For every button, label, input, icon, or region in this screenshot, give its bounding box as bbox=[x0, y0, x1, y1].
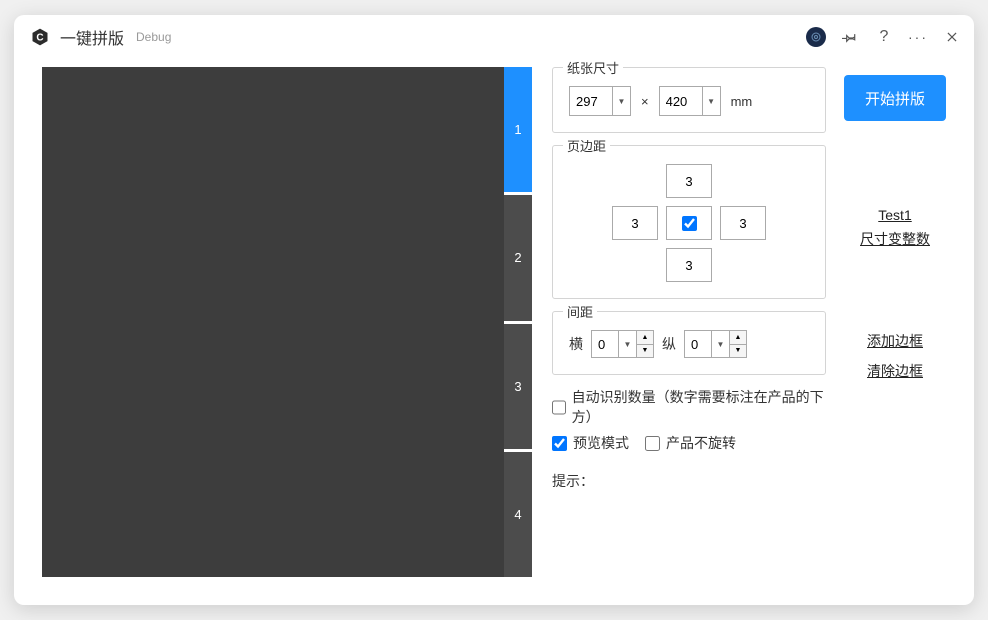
preview-mode-checkbox[interactable] bbox=[552, 436, 567, 451]
spacing-h-spinner[interactable]: ▼ ▲ ▼ bbox=[591, 330, 654, 358]
app-title: 一键拼版 bbox=[60, 25, 124, 49]
start-button[interactable]: 开始拼版 bbox=[844, 75, 946, 121]
chevron-down-icon[interactable]: ▼ bbox=[618, 331, 636, 357]
svg-text:C: C bbox=[36, 32, 43, 43]
auto-detect-label: 自动识别数量（数字需要标注在产品的下方） bbox=[572, 387, 826, 427]
margin-lock-cell[interactable] bbox=[666, 206, 712, 240]
paper-height-input[interactable] bbox=[660, 87, 702, 115]
paper-width-combo[interactable]: ▼ bbox=[569, 86, 631, 116]
link-group-1: Test1 尺寸变整数 bbox=[860, 207, 930, 249]
spin-up-icon[interactable]: ▲ bbox=[730, 331, 746, 345]
pin-icon[interactable] bbox=[840, 27, 860, 47]
spacing-h-label: 横 bbox=[569, 334, 583, 354]
spacing-v-spinner[interactable]: ▼ ▲ ▼ bbox=[684, 330, 747, 358]
thumb-3[interactable]: 3 bbox=[504, 324, 532, 452]
margin-left-input[interactable]: 3 bbox=[612, 206, 658, 240]
spacing-group: 间距 横 ▼ ▲ ▼ 纵 bbox=[552, 311, 826, 375]
paper-width-input[interactable] bbox=[570, 87, 612, 115]
spin-up-icon[interactable]: ▲ bbox=[637, 331, 653, 345]
sync-icon[interactable] bbox=[806, 27, 826, 47]
spin-down-icon[interactable]: ▼ bbox=[730, 345, 746, 358]
titlebar: C 一键拼版 Debug ? ··· bbox=[14, 15, 974, 59]
preview-canvas[interactable] bbox=[42, 67, 504, 577]
app-logo-icon: C bbox=[30, 27, 50, 47]
auto-detect-row[interactable]: 自动识别数量（数字需要标注在产品的下方） bbox=[552, 387, 826, 427]
spacing-h-input[interactable] bbox=[592, 331, 618, 357]
options-checks: 自动识别数量（数字需要标注在产品的下方） 预览模式 产品不旋转 bbox=[552, 387, 826, 453]
spacing-v-label: 纵 bbox=[662, 334, 676, 354]
hint-label: 提示： bbox=[552, 471, 826, 491]
times-symbol: × bbox=[641, 94, 649, 109]
titlebar-actions: ? ··· bbox=[806, 27, 962, 47]
add-border-link[interactable]: 添加边框 bbox=[867, 331, 923, 351]
link-group-2: 添加边框 清除边框 bbox=[867, 331, 923, 381]
preview-pane: 1 2 3 4 bbox=[42, 67, 532, 577]
thumb-4[interactable]: 4 bbox=[504, 452, 532, 577]
paper-height-combo[interactable]: ▼ bbox=[659, 86, 721, 116]
controls-pane: 纸张尺寸 ▼ × ▼ mm 页 bbox=[552, 67, 946, 577]
actions-column: 开始拼版 Test1 尺寸变整数 添加边框 清除边框 bbox=[844, 67, 946, 577]
margin-right-input[interactable]: 3 bbox=[720, 206, 766, 240]
margin-bottom-input[interactable]: 3 bbox=[666, 248, 712, 282]
close-icon[interactable] bbox=[942, 27, 962, 47]
spin-down-icon[interactable]: ▼ bbox=[637, 345, 653, 358]
app-window: C 一键拼版 Debug ? ··· 1 2 3 4 bbox=[14, 15, 974, 605]
clear-border-link[interactable]: 清除边框 bbox=[867, 361, 923, 381]
chevron-down-icon[interactable]: ▼ bbox=[702, 87, 720, 115]
size-int-link[interactable]: 尺寸变整数 bbox=[860, 229, 930, 249]
no-rotate-label: 产品不旋转 bbox=[666, 433, 736, 453]
thumb-1[interactable]: 1 bbox=[504, 67, 532, 195]
paper-size-legend: 纸张尺寸 bbox=[563, 58, 623, 77]
margin-lock-checkbox[interactable] bbox=[682, 216, 697, 231]
chevron-down-icon[interactable]: ▼ bbox=[711, 331, 729, 357]
auto-detect-checkbox[interactable] bbox=[552, 400, 566, 415]
more-icon[interactable]: ··· bbox=[908, 27, 928, 47]
help-icon[interactable]: ? bbox=[874, 27, 894, 47]
test1-link[interactable]: Test1 bbox=[878, 207, 911, 223]
margins-legend: 页边距 bbox=[563, 136, 610, 155]
no-rotate-row[interactable]: 产品不旋转 bbox=[645, 433, 736, 453]
preview-mode-row[interactable]: 预览模式 bbox=[552, 433, 629, 453]
margin-top-input[interactable]: 3 bbox=[666, 164, 712, 198]
spacing-legend: 间距 bbox=[563, 302, 597, 321]
spacing-v-input[interactable] bbox=[685, 331, 711, 357]
preview-mode-label: 预览模式 bbox=[573, 433, 629, 453]
paper-size-group: 纸张尺寸 ▼ × ▼ mm bbox=[552, 67, 826, 133]
app-subtitle: Debug bbox=[136, 30, 171, 44]
margins-group: 页边距 3 3 3 3 bbox=[552, 145, 826, 299]
content-area: 1 2 3 4 纸张尺寸 ▼ × bbox=[14, 59, 974, 605]
no-rotate-checkbox[interactable] bbox=[645, 436, 660, 451]
thumb-column: 1 2 3 4 bbox=[504, 67, 532, 577]
thumb-2[interactable]: 2 bbox=[504, 195, 532, 323]
unit-label: mm bbox=[731, 94, 753, 109]
controls-column: 纸张尺寸 ▼ × ▼ mm 页 bbox=[552, 67, 826, 577]
chevron-down-icon[interactable]: ▼ bbox=[612, 87, 630, 115]
